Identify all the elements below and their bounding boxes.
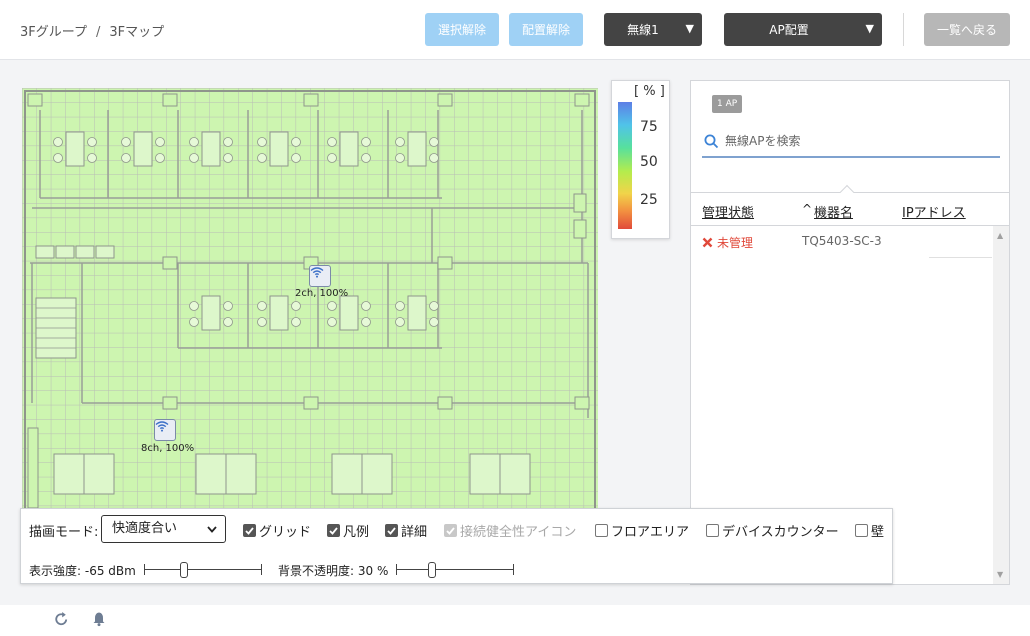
table-header-border [691, 225, 1009, 226]
ap-place-select-value: AP配置 [769, 23, 809, 37]
checkbox-checked-icon [243, 524, 256, 537]
device-counter-label: デバイスカウンター [722, 525, 839, 540]
caret-down-icon: ▼ [865, 22, 874, 35]
deselect-button[interactable]: 選択解除 [425, 13, 499, 46]
column-device-name[interactable]: 機器名 [814, 202, 853, 221]
detail-label: 詳細 [401, 525, 428, 540]
breadcrumb-group[interactable]: 3Fグループ [20, 25, 87, 40]
ap-place-select[interactable]: AP配置 ▼ [724, 13, 882, 46]
ap-count-badge: 1 AP [712, 95, 743, 113]
health-icon-label: 接続健全性アイコン [460, 525, 577, 540]
health-icon-checkbox: 接続健全性アイコン [444, 521, 576, 540]
grid-label: グリッド [259, 525, 312, 540]
table-row-status[interactable]: 未管理 [702, 234, 753, 251]
footer-bar [0, 605, 1030, 636]
legend-tick-50: 50 [640, 154, 658, 170]
floor-map[interactable]: 2ch, 100% 8ch, 100% [22, 88, 598, 518]
breadcrumb-separator: / [95, 25, 101, 40]
wall-checkbox[interactable]: 壁 [855, 521, 884, 540]
unplace-button[interactable]: 配置解除 [509, 13, 583, 46]
draw-mode-value: 快適度合い [112, 521, 178, 536]
status-text: 未管理 [717, 236, 754, 250]
breadcrumb: 3Fグループ / 3Fマップ [20, 21, 164, 40]
wall-label: 壁 [871, 525, 885, 540]
opacity-slider-thumb[interactable] [428, 562, 436, 578]
checkbox-unchecked-icon [855, 524, 868, 537]
header-bar: 3Fグループ / 3Fマップ 選択解除 配置解除 無線1 ▼ AP配置 ▼ 一覧へ戻… [0, 0, 1030, 60]
wifi-icon [155, 421, 169, 432]
caret-down-icon: ▼ [685, 22, 694, 35]
strength-label: 表示強度: -65 dBm [29, 564, 136, 578]
wireless-select[interactable]: 無線1 ▼ [604, 13, 702, 46]
ap-search [702, 128, 1000, 158]
display-controls: 描画モード: 快適度合い グリッド 凡例 詳細 接続健全性アイコン フロアエリア… [20, 508, 893, 584]
draw-mode-select[interactable]: 快適度合い [101, 515, 226, 543]
checkbox-unchecked-icon [706, 524, 719, 537]
legend-tick-75: 75 [640, 119, 658, 135]
signal-legend: [ % ] 75 50 25 [611, 80, 670, 239]
ap-marker-8ch[interactable] [154, 419, 176, 441]
column-status[interactable]: 管理状態 [702, 202, 754, 221]
ap-label-2ch: 2ch, 100% [295, 288, 349, 299]
scroll-up-icon[interactable]: ▲ [997, 231, 1003, 240]
search-icon [704, 134, 719, 149]
chevron-down-icon [207, 526, 217, 533]
list-scrollbar[interactable]: ▲ ▼ [993, 226, 1009, 584]
checkbox-checked-icon [385, 524, 398, 537]
column-ip-address[interactable]: IPアドレス [902, 202, 966, 221]
row-divider [929, 257, 992, 258]
checkbox-unchecked-icon [595, 524, 608, 537]
floor-area-label: フロアエリア [611, 525, 690, 540]
grid-checkbox[interactable]: グリッド [243, 521, 311, 540]
sort-notch [839, 184, 855, 200]
legend-unit: [ % ] [634, 84, 665, 99]
breadcrumb-map: 3Fマップ [109, 25, 165, 40]
ap-search-input[interactable] [725, 131, 995, 151]
strength-slider-thumb[interactable] [180, 562, 188, 578]
cross-icon [702, 237, 713, 248]
back-to-list-button[interactable]: 一覧へ戻る [924, 13, 1010, 46]
wireless-select-value: 無線1 [627, 23, 659, 37]
opacity-slider[interactable] [396, 562, 514, 578]
draw-mode-label: 描画モード: [29, 525, 99, 540]
wifi-icon [310, 267, 324, 278]
floor-area-checkbox[interactable]: フロアエリア [595, 521, 689, 540]
refresh-icon[interactable] [54, 611, 69, 627]
bell-icon[interactable] [92, 611, 106, 627]
checkbox-checked-icon [327, 524, 340, 537]
ap-marker-2ch[interactable] [309, 265, 331, 287]
strength-slider[interactable] [144, 562, 262, 578]
header-divider [903, 13, 904, 46]
scroll-down-icon[interactable]: ▼ [997, 570, 1003, 579]
legend-label: 凡例 [343, 525, 370, 540]
legend-color-bar [618, 102, 632, 229]
device-counter-checkbox[interactable]: デバイスカウンター [706, 521, 839, 540]
opacity-label: 背景不透明度: 30 % [278, 564, 389, 578]
sort-asc-icon: ^ [802, 202, 813, 216]
table-row-device[interactable]: TQ5403-SC-3 [802, 234, 882, 248]
detail-checkbox[interactable]: 詳細 [385, 521, 427, 540]
ap-label-8ch: 8ch, 100% [141, 443, 195, 454]
checkbox-disabled-icon [444, 524, 457, 537]
floor-plan-drawing [22, 88, 598, 518]
legend-tick-25: 25 [640, 192, 658, 208]
legend-checkbox[interactable]: 凡例 [327, 521, 369, 540]
